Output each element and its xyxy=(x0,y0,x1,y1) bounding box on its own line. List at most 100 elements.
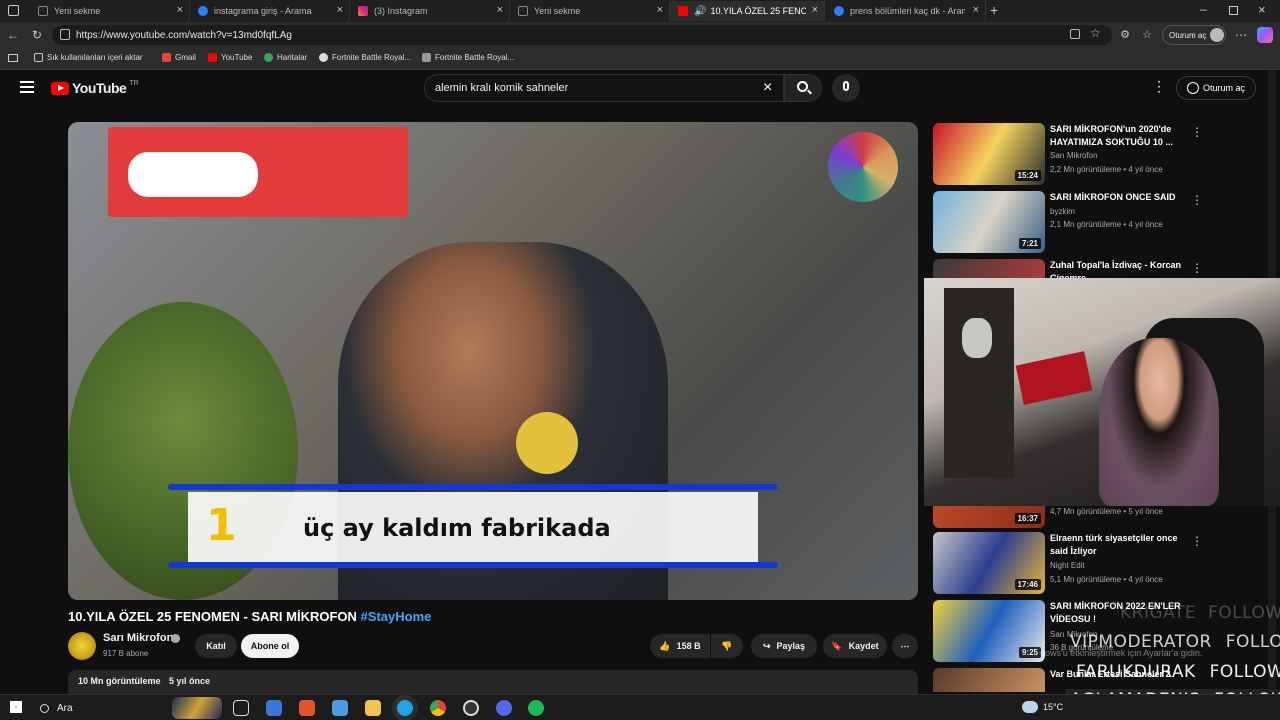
hamburger-menu-icon[interactable] xyxy=(20,81,34,93)
video-caption-graphic: 1 üç ay kaldım fabrikada xyxy=(168,484,778,568)
share-button[interactable]: ↪ Paylaş xyxy=(751,634,817,658)
recommendation-channel[interactable]: Night Edit xyxy=(1050,561,1085,570)
app-icon[interactable] xyxy=(332,700,348,716)
spotify-icon[interactable] xyxy=(528,700,544,716)
more-vert-icon[interactable]: ⋮ xyxy=(1191,261,1203,275)
tab-instagram[interactable]: (3) Instagram × xyxy=(350,1,510,21)
chrome-icon[interactable] xyxy=(430,700,446,716)
page-icon xyxy=(38,6,48,16)
profile-button[interactable]: Oturum aç xyxy=(1162,25,1226,45)
more-vert-icon[interactable]: ⋮ xyxy=(1191,125,1203,139)
tab-actions-icon[interactable] xyxy=(8,5,19,16)
speaker-icon[interactable]: 🔊 xyxy=(694,6,706,17)
more-actions-button[interactable]: ⋯ xyxy=(892,634,918,658)
restore-icon[interactable] xyxy=(1229,6,1238,15)
signin-button[interactable]: Oturum aç xyxy=(1176,76,1256,100)
close-icon[interactable]: × xyxy=(657,4,663,16)
subscribe-button[interactable]: Abone ol xyxy=(241,634,299,658)
bing-search-icon xyxy=(198,6,208,16)
youtube-icon xyxy=(208,53,217,62)
clear-search-icon[interactable]: × xyxy=(763,75,772,101)
webcam-marvel-sign xyxy=(1015,351,1093,405)
join-button[interactable]: Katıl xyxy=(195,634,237,658)
settings-more-icon[interactable]: ⋮ xyxy=(1152,78,1166,95)
video-thumbnail[interactable] xyxy=(933,668,1045,692)
site-info-icon[interactable] xyxy=(60,29,70,40)
more-vert-icon[interactable]: ⋮ xyxy=(1191,193,1203,207)
bookmark-youtube[interactable]: YouTube xyxy=(208,53,252,62)
tab-instagram-search[interactable]: instagrama giriş - Arama × xyxy=(190,1,350,21)
recommendation-title[interactable]: Zuhal Topal'la İzdivaç - Korcan Cinemre xyxy=(1050,259,1190,279)
favorites-icon[interactable]: ☆ xyxy=(1138,26,1156,44)
page-icon xyxy=(422,53,431,62)
recommendation-channel[interactable]: byzkim xyxy=(1050,207,1075,216)
close-icon[interactable]: × xyxy=(973,4,979,16)
obs-icon[interactable] xyxy=(463,700,479,716)
minimize-icon[interactable]: – xyxy=(1200,2,1207,16)
bookmark-icon: 🔖 xyxy=(831,640,843,651)
video-thumbnail[interactable]: 17:46 xyxy=(933,532,1045,594)
new-tab-icon[interactable]: + xyxy=(990,2,998,18)
search-button[interactable] xyxy=(784,74,822,102)
temperature-label: 15°C xyxy=(1043,702,1064,712)
more-menu-icon[interactable]: ⋯ xyxy=(1232,26,1250,44)
close-icon[interactable]: × xyxy=(812,4,818,16)
list-item[interactable]: Zuhal Topal'la İzdivaç - Korcan Cinemre … xyxy=(933,259,1263,279)
video-frame-expo-logo xyxy=(828,132,898,202)
file-explorer-icon[interactable] xyxy=(365,700,381,716)
bookmark-fortnite-2[interactable]: Fortnite Battle Royal... xyxy=(422,53,514,62)
recommendation-title[interactable]: SARI MİKROFON'un 2020'de HAYATIMIZA SOKT… xyxy=(1050,123,1190,149)
extensions-icon[interactable]: ⚙ xyxy=(1116,26,1134,44)
close-icon[interactable]: × xyxy=(177,4,183,16)
office-icon[interactable] xyxy=(299,700,315,716)
bookmark-fortnite-1[interactable]: Fortnite Battle Royal... xyxy=(319,53,411,62)
store-icon[interactable] xyxy=(266,700,282,716)
edge-icon[interactable] xyxy=(397,700,413,716)
video-thumbnail[interactable]: 9:25 xyxy=(933,600,1045,662)
like-button[interactable]: 👍 158 B xyxy=(650,634,710,658)
webcam-figure xyxy=(962,318,992,358)
discord-icon[interactable] xyxy=(496,700,512,716)
close-window-icon[interactable]: × xyxy=(1258,2,1266,17)
voice-search-button[interactable] xyxy=(832,74,860,102)
url-field[interactable]: https://www.youtube.com/watch?v=13md0fqf… xyxy=(52,25,1112,45)
search-input[interactable]: alemin kralı komik sahneler × xyxy=(424,74,784,102)
webcam-person xyxy=(1099,338,1219,506)
close-icon[interactable]: × xyxy=(497,4,503,16)
reading-view-icon[interactable] xyxy=(1070,29,1080,39)
tab-new-1[interactable]: Yeni sekme × xyxy=(30,1,190,21)
recommendation-title[interactable]: SARI MİKROFON ONCE SAID xyxy=(1050,191,1190,204)
save-button[interactable]: 🔖 Kaydet xyxy=(823,634,887,658)
youtube-logo[interactable]: YouTube TR xyxy=(51,80,139,96)
more-vert-icon[interactable]: ⋮ xyxy=(1191,534,1203,548)
list-item[interactable]: 15:24 SARI MİKROFON'un 2020'de HAYATIMIZ… xyxy=(933,123,1263,187)
tab-new-2[interactable]: Yeni sekme × xyxy=(510,1,670,21)
copilot-icon[interactable] xyxy=(1257,27,1273,43)
channel-name[interactable]: Sarı Mikrofon xyxy=(103,632,173,644)
list-item[interactable]: 17:46 Elraenn türk siyasetçiler once sai… xyxy=(933,532,1263,596)
task-view-icon[interactable] xyxy=(233,700,249,716)
bookmark-import[interactable]: Sık kullanılanları içeri aktar xyxy=(34,53,143,62)
bookmark-gmail[interactable]: Gmail xyxy=(162,53,196,62)
list-item[interactable]: 7:21 SARI MİKROFON ONCE SAID byzkim 2,1 … xyxy=(933,191,1263,255)
video-thumbnail[interactable] xyxy=(933,259,1045,279)
reading-list-icon[interactable] xyxy=(8,54,18,62)
video-thumbnail[interactable]: 7:21 xyxy=(933,191,1045,253)
recommendation-channel[interactable]: Sarı Mikrofon xyxy=(1050,151,1098,160)
dislike-button[interactable]: 👎 xyxy=(711,634,743,658)
refresh-icon[interactable]: ↻ xyxy=(28,26,46,44)
back-icon[interactable]: ← xyxy=(4,26,22,44)
video-thumbnail[interactable]: 15:24 xyxy=(933,123,1045,185)
globe-icon xyxy=(319,53,328,62)
close-icon[interactable]: × xyxy=(337,4,343,16)
tab-prens-search[interactable]: prens bölümleri kaç dk - Arama × xyxy=(826,1,986,21)
hashtag-link[interactable]: #StayHome xyxy=(361,609,432,624)
windows-start-icon[interactable] xyxy=(10,701,22,713)
bookmark-maps[interactable]: Haritalar xyxy=(264,53,307,62)
recommendation-title[interactable]: Elraenn türk siyasetçiler once said İzli… xyxy=(1050,532,1190,558)
favorite-star-icon[interactable]: ☆ xyxy=(1090,26,1101,40)
channel-avatar[interactable] xyxy=(68,632,96,660)
page-icon xyxy=(518,6,528,16)
video-player[interactable]: 1 üç ay kaldım fabrikada xyxy=(68,122,918,600)
tab-youtube-video[interactable]: 🔊10.YILA ÖZEL 25 FENOMEN× xyxy=(670,1,825,21)
